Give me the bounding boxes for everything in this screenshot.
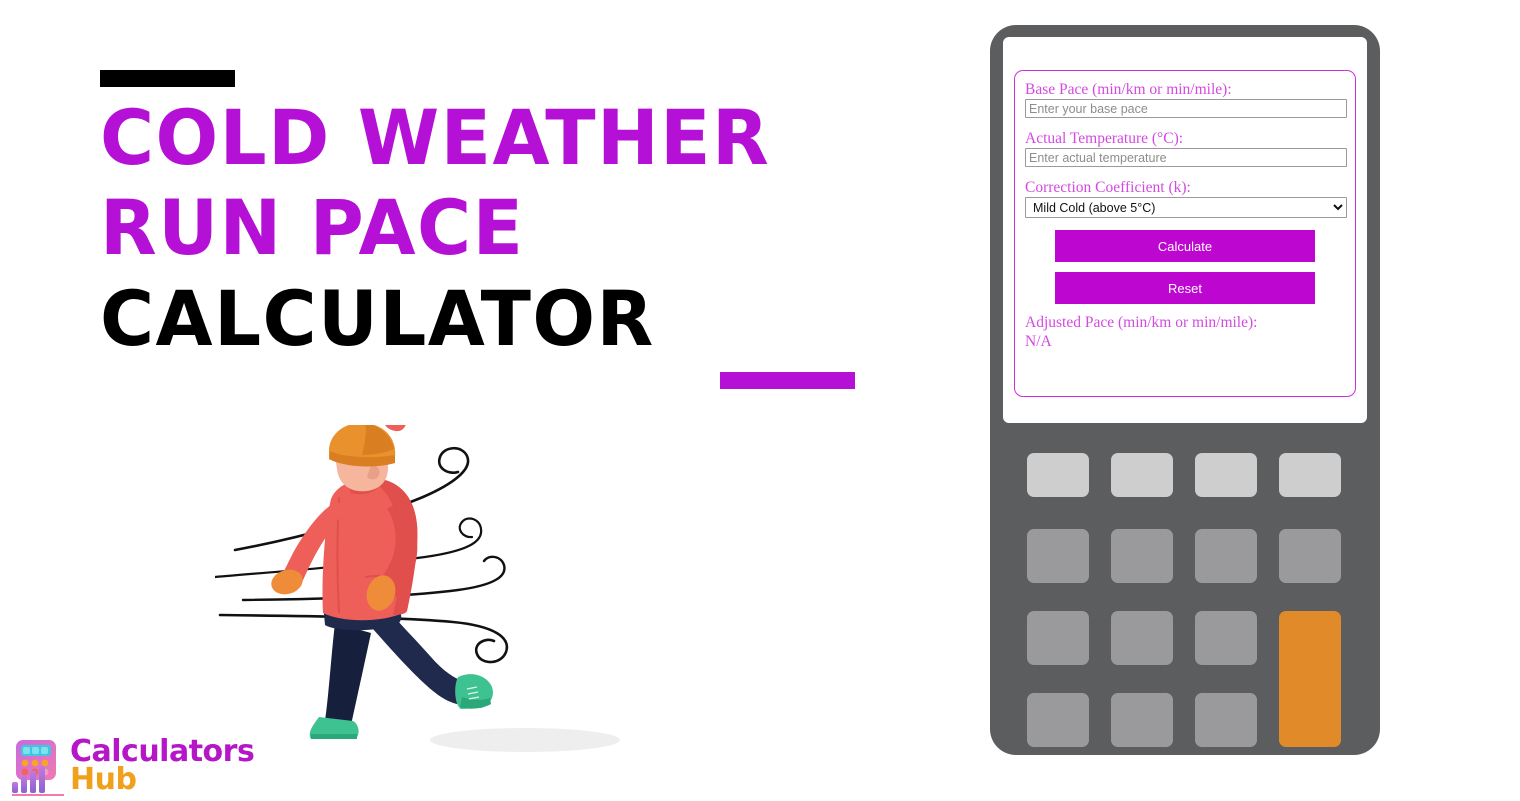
keypad-key-r4c3[interactable] — [1195, 693, 1257, 747]
base-pace-input[interactable] — [1025, 99, 1347, 118]
calculator-form: Base Pace (min/km or min/mile): Actual T… — [1014, 70, 1356, 397]
calculator-screen: Base Pace (min/km or min/mile): Actual T… — [1003, 37, 1367, 423]
adjusted-pace-value: N/A — [1025, 332, 1052, 350]
keypad-key-r2c4[interactable] — [1279, 529, 1341, 583]
title-accent-bar-bottom — [720, 372, 855, 390]
keypad-key-r3c3[interactable] — [1195, 611, 1257, 665]
base-pace-label: Base Pace (min/km or min/mile): — [1025, 81, 1232, 98]
calculator-device: Base Pace (min/km or min/mile): Actual T… — [990, 25, 1380, 755]
logo-wordmark: Calculators Hub — [70, 737, 255, 797]
logo-word-hub: Hub — [70, 761, 137, 797]
keypad-key-r2c2[interactable] — [1111, 529, 1173, 583]
keypad-key-r3c1[interactable] — [1027, 611, 1089, 665]
actual-temperature-label: Actual Temperature (°C): — [1025, 130, 1184, 147]
keypad-key-r2c3[interactable] — [1195, 529, 1257, 583]
runner-in-wind-illustration — [213, 411, 695, 765]
keypad-key-r3c2[interactable] — [1111, 611, 1173, 665]
title-line-2: Run Pace — [100, 183, 525, 273]
runner-back-leg — [325, 623, 371, 725]
correction-coefficient-label: Correction Coefficient (k): — [1025, 179, 1191, 196]
calculate-button[interactable]: Calculate — [1055, 230, 1315, 262]
title-accent-bar-top — [100, 70, 235, 87]
keypad-key-r1c2[interactable] — [1111, 453, 1173, 497]
ground-shadow — [430, 728, 620, 752]
keypad-key-r4c2[interactable] — [1111, 693, 1173, 747]
site-logo[interactable]: Calculators Hub — [8, 737, 255, 797]
adjusted-pace-label: Adjusted Pace (min/km or min/mile): — [1025, 314, 1258, 331]
correction-coefficient-select[interactable]: Mild Cold (above 5°C)Moderate Cold (0°C … — [1025, 197, 1347, 218]
title-line-3: Calculator — [100, 273, 655, 363]
actual-temperature-input[interactable] — [1025, 148, 1347, 167]
calculator-bars-icon — [8, 738, 66, 796]
keypad-key-r2c1[interactable] — [1027, 529, 1089, 583]
keypad-key-r1c1[interactable] — [1027, 453, 1089, 497]
keypad-key-r1c4[interactable] — [1279, 453, 1341, 497]
keypad-key-r4c1[interactable] — [1027, 693, 1089, 747]
page-title: Cold Weather Run Pace Calculator — [100, 70, 900, 390]
calculator-keypad — [1027, 427, 1343, 747]
reset-button[interactable]: Reset — [1055, 272, 1315, 304]
keypad-key-equals[interactable] — [1279, 611, 1341, 747]
keypad-key-r1c3[interactable] — [1195, 453, 1257, 497]
title-line-1: Cold Weather — [100, 93, 771, 182]
runner-hat-pompom — [385, 411, 406, 432]
